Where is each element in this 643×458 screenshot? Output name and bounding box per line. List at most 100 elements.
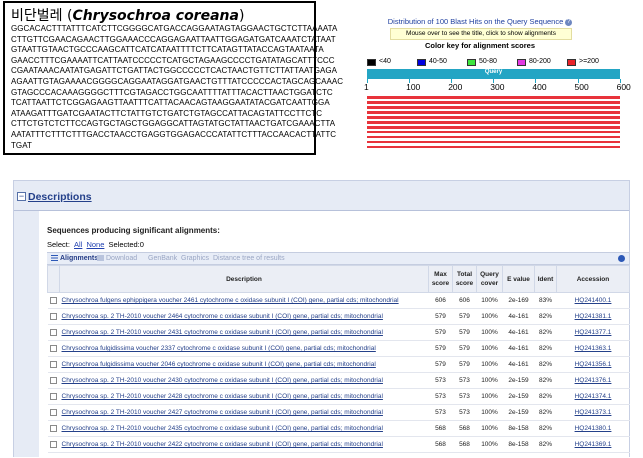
max-score-cell: 573 <box>428 388 453 405</box>
row-checkbox[interactable] <box>50 328 57 336</box>
table-row: Chrysochroa sp. 2 TH-2010 voucher 2435 c… <box>47 420 630 437</box>
accession-link[interactable]: HQ241356.1 <box>575 361 612 368</box>
column-header[interactable]: Ident <box>534 265 557 293</box>
accession-link[interactable]: HQ241373.1 <box>575 409 612 416</box>
hit-bar[interactable] <box>367 100 620 104</box>
accession-link[interactable]: HQ241400.1 <box>575 297 612 304</box>
column-header[interactable]: Description <box>59 265 429 293</box>
table-row: Chrysochroa fulgidissima voucher 2337 cy… <box>47 340 630 357</box>
genbank-link[interactable]: GenBank <box>148 253 177 264</box>
hit-bar[interactable] <box>367 96 620 99</box>
hit-bars[interactable] <box>367 96 620 148</box>
axis-tick-label: 1 <box>364 82 369 92</box>
description-link[interactable]: Chrysochroa sp. 2 TH-2010 voucher 2427 c… <box>62 409 383 416</box>
column-header[interactable]: E value <box>502 265 535 293</box>
accession-cell: HQ241381.1 <box>556 308 630 325</box>
row-checkbox[interactable] <box>50 296 57 304</box>
e-value-cell: 4e-161 <box>502 356 535 373</box>
row-checkbox[interactable] <box>50 392 57 400</box>
query-sequence-box: 비단벌레 (Chrysochroa coreana) GGCACACTTTATT… <box>3 1 343 155</box>
collapse-toggle-icon[interactable]: − <box>17 192 26 201</box>
accession-link[interactable]: HQ241380.1 <box>575 425 612 432</box>
description-link[interactable]: Chrysochroa sp. 2 TH-2010 voucher 2464 c… <box>62 313 383 320</box>
select-all-link[interactable]: All <box>74 240 82 249</box>
alignments-button[interactable]: Alignments <box>51 253 98 264</box>
query-bar[interactable]: Query <box>367 69 620 79</box>
color-key-label: 50-80 <box>479 58 497 65</box>
alignments-icon <box>51 255 58 262</box>
description-link[interactable]: Chrysochroa fulgens ephippigera voucher … <box>62 297 399 304</box>
hit-bar[interactable] <box>367 135 620 139</box>
column-header[interactable]: Accession <box>556 265 630 293</box>
max-score-cell: 579 <box>428 308 453 325</box>
row-checkbox[interactable] <box>50 424 57 432</box>
hit-bar[interactable] <box>367 120 620 124</box>
table-row: Chrysochroa sp. 2 TH-2010 voucher 2427 c… <box>47 404 630 421</box>
ident-cell: 82% <box>534 356 557 373</box>
table-header-row: Description Max score Total score Query cov… <box>47 265 630 293</box>
accession-link[interactable]: HQ241377.1 <box>575 329 612 336</box>
sequence-line: TGAT <box>11 140 32 150</box>
query-cover-cell: 100% <box>476 436 503 453</box>
hit-bar[interactable] <box>367 140 620 144</box>
column-header[interactable]: Max score <box>428 265 453 293</box>
column-header[interactable]: Total score <box>452 265 477 293</box>
accession-link[interactable]: HQ241374.1 <box>575 393 612 400</box>
accession-link[interactable]: HQ241376.1 <box>575 377 612 384</box>
column-header[interactable]: Query cover <box>476 265 503 293</box>
row-checkbox[interactable] <box>50 440 57 448</box>
accession-link[interactable]: HQ241381.1 <box>575 313 612 320</box>
description-link[interactable]: Chrysochroa sp. 2 TH-2010 voucher 2422 c… <box>62 441 383 448</box>
sequence-line: ATAAGATTTGATCGAATACTTCTATTGTCTGATCTGTAGC… <box>11 108 323 118</box>
row-checkbox[interactable] <box>50 376 57 384</box>
accession-cell: HQ241374.1 <box>556 388 630 405</box>
row-checkbox-cell <box>47 436 60 453</box>
download-button[interactable]: Download <box>97 253 137 264</box>
axis-tick-label: 300 <box>490 82 505 92</box>
description-link[interactable]: Chrysochroa fulgidissima voucher 2337 cy… <box>62 345 376 352</box>
graphic-tooltip: Mouse over to see the title, click to sh… <box>390 28 572 40</box>
hit-bar[interactable] <box>367 110 620 114</box>
row-checkbox-cell <box>47 356 60 373</box>
hit-bar[interactable] <box>367 105 620 109</box>
distance-tree-link[interactable]: Distance tree of results <box>213 253 285 264</box>
color-key-swatch <box>567 59 576 66</box>
total-score-cell: 606 <box>452 292 477 309</box>
description-link[interactable]: Chrysochroa sp. 2 TH-2010 voucher 2435 c… <box>62 425 383 432</box>
e-value-cell: 8e-158 <box>502 420 535 437</box>
hit-bar[interactable] <box>367 115 620 119</box>
accession-cell: HQ241400.1 <box>556 292 630 309</box>
color-key-swatch <box>367 59 376 66</box>
descriptions-title-link[interactable]: Descriptions <box>28 191 92 203</box>
descriptions-header: − Descriptions <box>14 181 629 211</box>
accession-link[interactable]: HQ241363.1 <box>575 345 612 352</box>
table-row: Chrysochroa sp. 2 TH-2010 voucher 2422 c… <box>47 436 630 453</box>
hit-bar[interactable] <box>367 145 620 148</box>
description-link[interactable]: Chrysochroa sp. 2 TH-2010 voucher 2428 c… <box>62 393 383 400</box>
ident-cell: 82% <box>534 324 557 341</box>
help-icon[interactable]: ? <box>565 18 573 26</box>
color-key-swatch <box>467 59 476 66</box>
hit-bar[interactable] <box>367 125 620 129</box>
settings-gear-icon[interactable] <box>618 255 625 262</box>
description-link[interactable]: Chrysochroa fulgidissima voucher 2046 cy… <box>62 361 376 368</box>
graphics-link[interactable]: Graphics <box>181 253 209 264</box>
max-score-cell: 579 <box>428 324 453 341</box>
max-score-cell: 573 <box>428 372 453 389</box>
accession-link[interactable]: HQ241369.1 <box>575 441 612 448</box>
query-cover-cell: 100% <box>476 388 503 405</box>
select-none-link[interactable]: None <box>86 240 104 249</box>
description-link[interactable]: Chrysochroa sp. 2 TH-2010 voucher 2430 c… <box>62 377 383 384</box>
row-checkbox[interactable] <box>50 344 57 352</box>
description-cell: Chrysochroa sp. 2 TH-2010 voucher 2464 c… <box>59 308 429 325</box>
hit-bar[interactable] <box>367 130 620 134</box>
ident-cell: 82% <box>534 372 557 389</box>
description-link[interactable]: Chrysochroa sp. 2 TH-2010 voucher 2431 c… <box>62 329 383 336</box>
max-score-cell: 579 <box>428 356 453 373</box>
row-checkbox[interactable] <box>50 408 57 416</box>
ident-cell: 82% <box>534 340 557 357</box>
row-checkbox[interactable] <box>50 360 57 368</box>
description-cell: Chrysochroa fulgidissima voucher 2046 cy… <box>59 356 429 373</box>
row-checkbox[interactable] <box>50 312 57 320</box>
query-cover-cell: 100% <box>476 404 503 421</box>
